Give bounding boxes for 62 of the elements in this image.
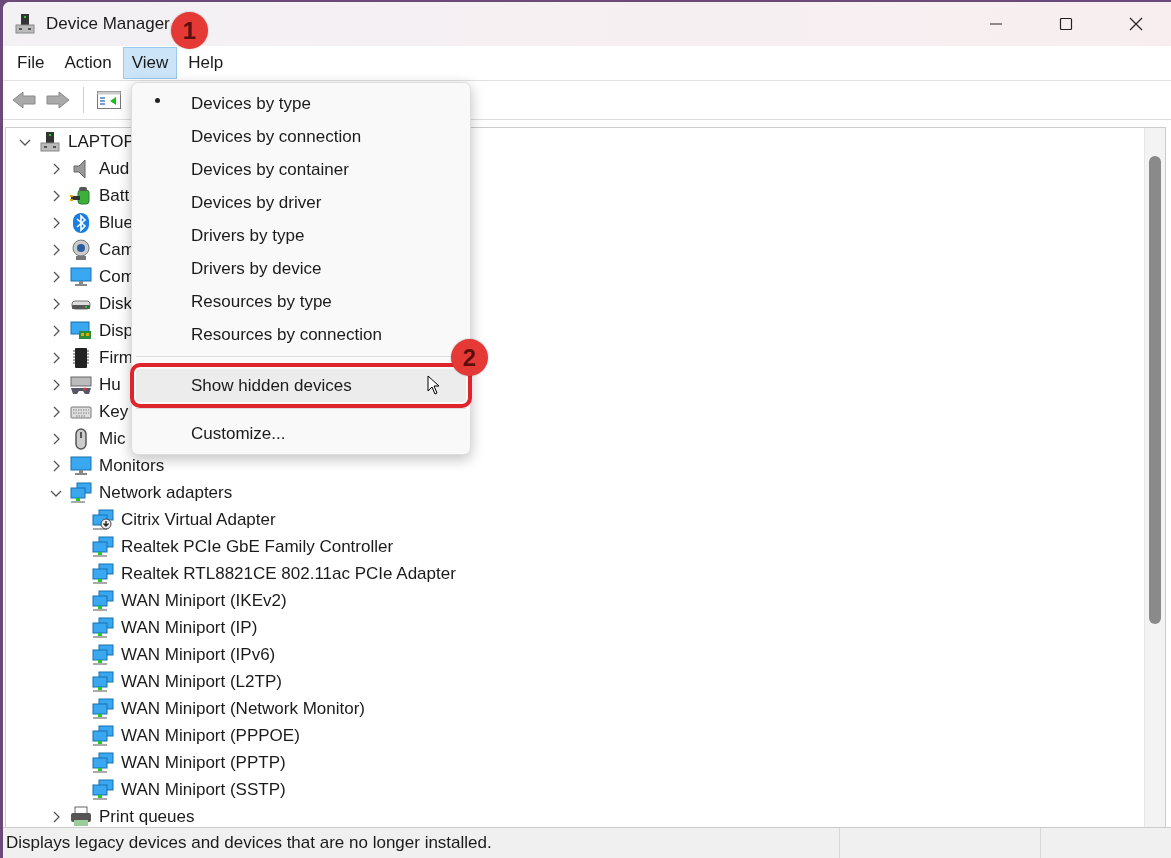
network-icon: [92, 508, 114, 531]
menu-option[interactable]: Devices by type: [136, 87, 466, 120]
network-icon: [92, 670, 114, 693]
tree-item-label[interactable]: WAN Miniport (Network Monitor): [121, 698, 366, 719]
battery-icon: [70, 184, 92, 207]
close-icon[interactable]: [1129, 17, 1143, 31]
scrollbar-thumb[interactable]: [1149, 156, 1161, 624]
tree-item-label[interactable]: WAN Miniport (IKEv2): [121, 590, 287, 611]
menu-option[interactable]: Drivers by type: [136, 219, 466, 252]
network-icon: [92, 616, 114, 639]
display-adapter-icon: [70, 319, 92, 342]
tree-item-label[interactable]: WAN Miniport (PPTP): [121, 752, 286, 773]
tree-item-label[interactable]: WAN Miniport (PPPOE): [121, 725, 300, 746]
network-icon: [92, 751, 114, 774]
tree-item-label[interactable]: Realtek RTL8821CE 802.11ac PCIe Adapter: [121, 563, 456, 584]
menu-option[interactable]: Devices by container: [136, 153, 466, 186]
menu-option[interactable]: Devices by connection: [136, 120, 466, 153]
menu-option[interactable]: Devices by driver: [136, 186, 466, 219]
menu-option[interactable]: Resources by type: [136, 285, 466, 318]
menu-option[interactable]: Customize...: [136, 417, 466, 450]
tree-item-label[interactable]: WAN Miniport (SSTP): [121, 779, 286, 800]
tree-item-label[interactable]: Batt: [99, 185, 130, 206]
tree-item-label[interactable]: Monitors: [99, 455, 165, 476]
network-icon: [92, 562, 114, 585]
network-icon: [92, 643, 114, 666]
mouse-cursor-icon: [427, 375, 441, 396]
tree-item-label[interactable]: WAN Miniport (IPv6): [121, 644, 276, 665]
app-icon: [14, 13, 36, 35]
tree-item-label[interactable]: Blue: [99, 212, 134, 233]
gamepad-icon: [70, 373, 92, 396]
tree-item-label[interactable]: Key: [99, 401, 129, 422]
menu-item[interactable]: Action: [55, 47, 121, 79]
tree-item-label[interactable]: Aud: [99, 158, 130, 179]
window-title: Device Manager: [46, 14, 170, 34]
tree-item-label[interactable]: WAN Miniport (IP): [121, 617, 258, 638]
maximize-icon[interactable]: [1059, 17, 1073, 31]
menu-item[interactable]: File: [8, 47, 54, 79]
monitor-icon: [70, 265, 92, 288]
tree-item-label[interactable]: Disk: [99, 293, 133, 314]
network-icon: [92, 697, 114, 720]
webcam-icon: [70, 238, 92, 261]
tree-item-label[interactable]: Mic: [99, 428, 126, 449]
network-icon: [92, 535, 114, 558]
menu-option[interactable]: Drivers by device: [136, 252, 466, 285]
chip-icon: [70, 346, 92, 369]
computer-icon: [39, 130, 61, 153]
network-icon: [92, 778, 114, 801]
tree-item-label[interactable]: Citrix Virtual Adapter: [121, 509, 276, 530]
network-icon: [92, 724, 114, 747]
tree-item-label[interactable]: Realtek PCIe GbE Family Controller: [121, 536, 394, 557]
network-icon: [92, 589, 114, 612]
tree-item-label[interactable]: Print queues: [99, 806, 195, 827]
menu-item[interactable]: View: [122, 47, 178, 79]
status-text: Displays legacy devices and devices that are no longer installed.: [5, 833, 493, 853]
tree-item-label[interactable]: Hu: [99, 374, 121, 395]
scrollbar[interactable]: [1144, 128, 1165, 827]
menu-item[interactable]: Help: [179, 47, 233, 79]
network-icon: [70, 481, 92, 504]
tree-item-label[interactable]: WAN Miniport (L2TP): [121, 671, 282, 692]
tree-item-label[interactable]: Network adapters: [99, 482, 233, 503]
monitor-icon: [70, 454, 92, 477]
bluetooth-icon: [70, 211, 92, 234]
